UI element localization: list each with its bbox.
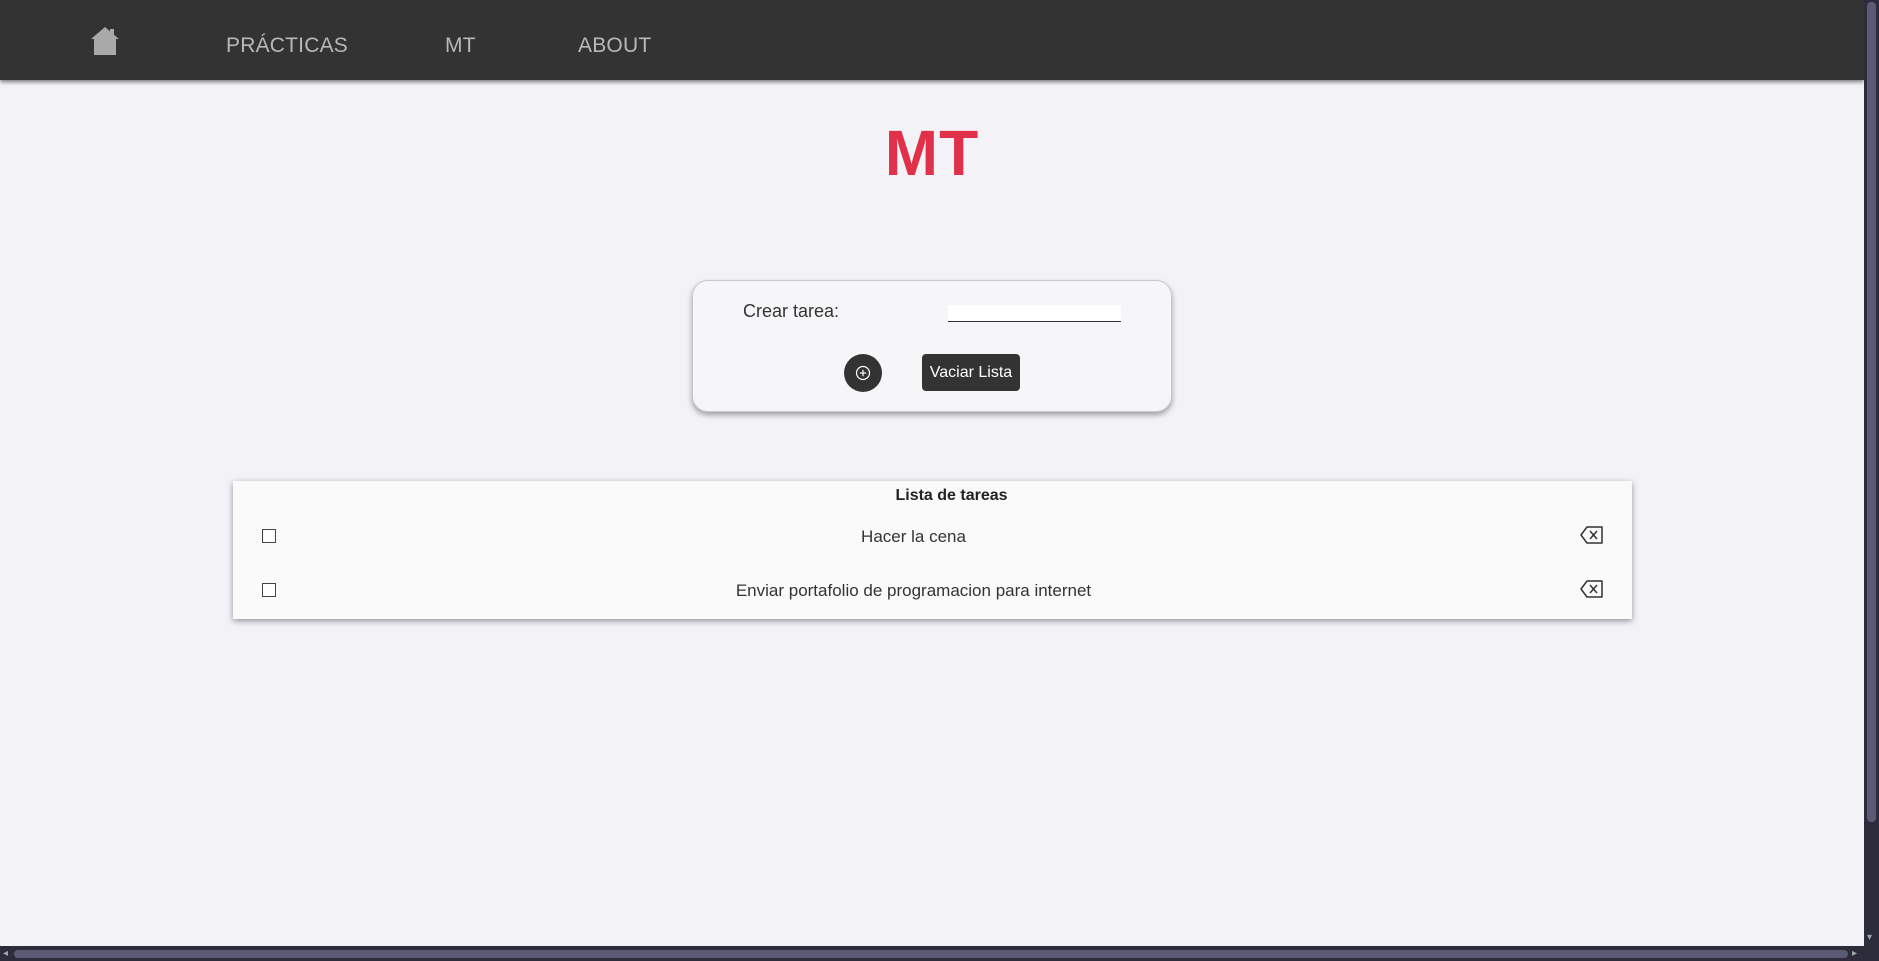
add-task-button[interactable]	[844, 354, 882, 392]
nav-link-about[interactable]: ABOUT	[578, 34, 651, 58]
page-title: MT	[884, 117, 980, 189]
home-icon[interactable]	[88, 24, 122, 58]
task-input[interactable]	[948, 305, 1121, 322]
delete-task-icon[interactable]	[1579, 525, 1605, 545]
scrollbar-corner	[1864, 946, 1879, 961]
vertical-scrollbar[interactable]: ▾	[1864, 0, 1879, 946]
task-row: Enviar portafolio de programacion para i…	[233, 575, 1632, 605]
task-row: Hacer la cena	[233, 521, 1632, 551]
scroll-right-arrow-icon[interactable]: ▸	[1852, 946, 1857, 961]
horizontal-scrollbar[interactable]: ◂ ▸	[0, 946, 1864, 961]
task-list-title: Lista de tareas	[895, 487, 1008, 504]
vertical-scrollbar-thumb[interactable]	[1867, 2, 1876, 822]
scroll-left-arrow-icon[interactable]: ◂	[3, 946, 8, 961]
task-text: Enviar portafolio de programacion para i…	[735, 581, 1092, 600]
delete-task-icon[interactable]	[1579, 579, 1605, 599]
task-text: Hacer la cena	[861, 527, 966, 546]
horizontal-scrollbar-thumb[interactable]	[14, 950, 1848, 958]
create-task-label: Crear tarea:	[743, 301, 840, 321]
create-task-form: Crear tarea: Vaciar Lista	[692, 280, 1172, 412]
nav-link-mt[interactable]: MT	[445, 34, 476, 58]
top-navbar: PRÁCTICAS MT ABOUT	[0, 0, 1864, 80]
scroll-down-arrow-icon[interactable]: ▾	[1867, 930, 1872, 945]
plus-circle-icon	[855, 365, 871, 381]
clear-list-button[interactable]: Vaciar Lista	[922, 354, 1020, 391]
task-list: Lista de tareas Hacer la cena Enviar por…	[233, 481, 1632, 619]
nav-link-practicas[interactable]: PRÁCTICAS	[226, 34, 348, 58]
